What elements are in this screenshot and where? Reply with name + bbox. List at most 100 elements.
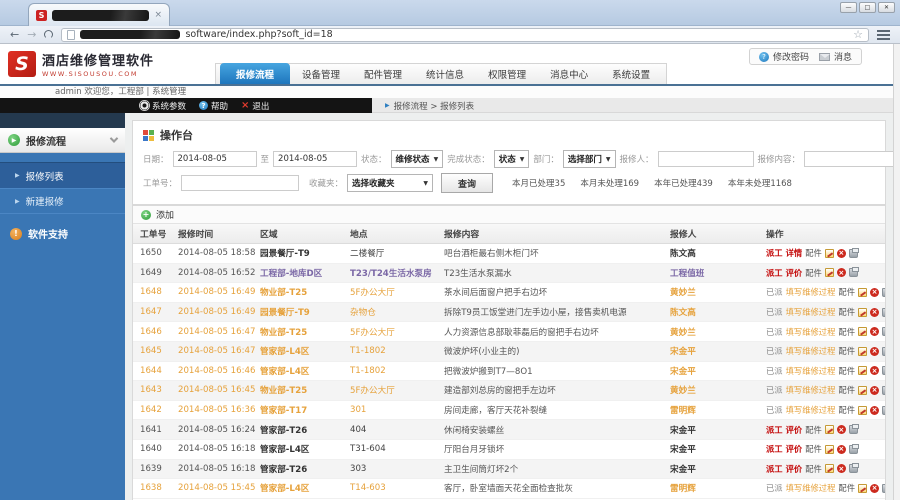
- tab-close-icon[interactable]: ×: [154, 10, 162, 20]
- delete-icon[interactable]: ×: [870, 366, 880, 376]
- op-link-2[interactable]: 配件: [805, 424, 822, 436]
- op-link-1[interactable]: 评价: [786, 463, 803, 475]
- table-row[interactable]: 1638 2014-08-05 15:45 管家部-L4区 T14-603 客厅，卧室墙…: [133, 479, 885, 499]
- op-link-1[interactable]: 填写维修过程: [786, 286, 836, 298]
- op-link-1[interactable]: 填写维修过程: [786, 306, 836, 318]
- edit-icon[interactable]: [824, 268, 834, 278]
- help-button[interactable]: ? 帮助: [199, 100, 228, 112]
- delete-icon[interactable]: ×: [836, 248, 846, 258]
- table-row[interactable]: 1640 2014-08-05 16:18 管家部-L4区 T31-604 厅阳台月牙锁…: [133, 440, 885, 460]
- edit-icon[interactable]: [824, 444, 834, 454]
- print-icon[interactable]: [882, 327, 885, 337]
- delete-icon[interactable]: ×: [870, 307, 880, 317]
- op-link-0[interactable]: 已派: [766, 365, 783, 377]
- op-link-0[interactable]: 已派: [766, 384, 783, 396]
- delete-icon[interactable]: ×: [836, 268, 846, 278]
- op-link-2[interactable]: 配件: [838, 286, 855, 298]
- op-link-1[interactable]: 填写维修过程: [786, 384, 836, 396]
- edit-icon[interactable]: [824, 464, 834, 474]
- tab-nav-3[interactable]: 统计信息: [414, 63, 476, 84]
- table-row[interactable]: 1645 2014-08-05 16:47 管家部-L4区 T1-1802 微波炉坏(小…: [133, 341, 885, 362]
- delete-icon[interactable]: ×: [870, 327, 880, 337]
- forward-icon[interactable]: →: [27, 29, 36, 40]
- edit-icon[interactable]: [858, 483, 868, 493]
- edit-icon[interactable]: [858, 346, 868, 356]
- delete-icon[interactable]: ×: [870, 287, 880, 297]
- op-link-2[interactable]: 配件: [838, 306, 855, 318]
- status-select[interactable]: 维修状态 ▼: [390, 150, 444, 168]
- messages-link[interactable]: 消息: [818, 50, 852, 63]
- tab-nav-0[interactable]: 报修流程: [220, 63, 291, 84]
- sidebar-group-repair-flow[interactable]: ▶ 报修流程: [0, 128, 125, 153]
- add-button[interactable]: 添加: [156, 208, 174, 221]
- table-row[interactable]: 1643 2014-08-05 16:45 物业部-T25 5F办公大厅 建造部刘总房的…: [133, 381, 885, 401]
- op-link-1[interactable]: 填写维修过程: [786, 365, 836, 377]
- dept-select[interactable]: 选择部门 ▼: [562, 150, 616, 168]
- print-icon[interactable]: [882, 385, 885, 395]
- scrollbar[interactable]: [893, 44, 900, 500]
- op-link-1[interactable]: 填写维修过程: [786, 404, 836, 416]
- browser-tab[interactable]: S ×: [28, 3, 170, 26]
- delete-icon[interactable]: ×: [870, 405, 880, 415]
- sidebar-item-support[interactable]: ! 软件支持: [0, 226, 125, 241]
- op-link-0[interactable]: 已派: [766, 345, 783, 357]
- content-input[interactable]: [804, 151, 900, 167]
- print-icon[interactable]: [882, 346, 885, 356]
- print-icon[interactable]: [848, 424, 859, 435]
- op-link-0[interactable]: 派工: [766, 463, 783, 475]
- edit-icon[interactable]: [824, 425, 834, 435]
- table-row[interactable]: 1644 2014-08-05 16:46 管家部-L4区 T1-1802 把微波炉搬到…: [133, 362, 885, 382]
- op-link-1[interactable]: 填写维修过程: [786, 326, 836, 338]
- delete-icon[interactable]: ×: [870, 385, 880, 395]
- edit-icon[interactable]: [858, 307, 868, 317]
- edit-icon[interactable]: [824, 248, 834, 258]
- tab-nav-1[interactable]: 设备管理: [290, 63, 352, 84]
- op-link-1[interactable]: 填写维修过程: [786, 482, 836, 494]
- op-link-1[interactable]: 详情: [786, 247, 803, 259]
- delete-icon[interactable]: ×: [870, 346, 880, 356]
- tab-nav-6[interactable]: 系统设置: [600, 63, 662, 84]
- op-link-0[interactable]: 已派: [766, 404, 783, 416]
- op-link-0[interactable]: 已派: [766, 306, 783, 318]
- delete-icon[interactable]: ×: [836, 425, 846, 435]
- print-icon[interactable]: [848, 463, 859, 474]
- date-from-input[interactable]: [172, 151, 257, 167]
- finish-status-select[interactable]: 状态 ▼: [493, 150, 530, 168]
- print-icon[interactable]: [882, 366, 885, 376]
- print-icon[interactable]: [848, 267, 859, 278]
- table-row[interactable]: 1647 2014-08-05 16:49 园景餐厅-T9 杂物仓 拆除T9员工饭堂进门…: [133, 302, 885, 323]
- delete-icon[interactable]: ×: [836, 444, 846, 454]
- print-icon[interactable]: [882, 405, 885, 415]
- print-icon[interactable]: [882, 307, 885, 317]
- op-link-2[interactable]: 配件: [838, 365, 855, 377]
- edit-icon[interactable]: [858, 385, 868, 395]
- op-link-1[interactable]: 评价: [786, 424, 803, 436]
- op-link-2[interactable]: 配件: [805, 267, 822, 279]
- tab-nav-4[interactable]: 权限管理: [476, 63, 538, 84]
- tab-nav-5[interactable]: 消息中心: [538, 63, 600, 84]
- edit-icon[interactable]: [858, 366, 868, 376]
- op-link-0[interactable]: 派工: [766, 247, 783, 259]
- reporter-input[interactable]: [657, 151, 754, 167]
- date-to-input[interactable]: [273, 151, 358, 167]
- sidebar-item-0[interactable]: ▶ 报修列表: [0, 162, 125, 188]
- delete-icon[interactable]: ×: [836, 464, 846, 474]
- op-link-1[interactable]: 填写维修过程: [786, 345, 836, 357]
- op-link-0[interactable]: 派工: [766, 267, 783, 279]
- close-button[interactable]: ✕: [878, 2, 895, 13]
- edit-icon[interactable]: [858, 405, 868, 415]
- op-link-1[interactable]: 评价: [786, 267, 803, 279]
- url-bar[interactable]: software/index.php?soft_id=18 ☆: [61, 27, 869, 42]
- maximize-button[interactable]: □: [859, 2, 876, 13]
- table-row[interactable]: 1646 2014-08-05 16:47 物业部-T25 5F办公大厅 人力资源信息部…: [133, 322, 885, 342]
- reload-icon[interactable]: [44, 30, 54, 39]
- print-icon[interactable]: [848, 443, 859, 454]
- favorites-select[interactable]: 选择收藏夹 ▼: [347, 174, 434, 192]
- op-link-0[interactable]: 已派: [766, 482, 783, 494]
- print-icon[interactable]: [848, 247, 859, 258]
- print-icon[interactable]: [882, 287, 885, 297]
- table-row[interactable]: 1641 2014-08-05 16:24 管家部-T26 404 休闲椅安装螺丝 宋金平…: [133, 420, 885, 440]
- table-row[interactable]: 1648 2014-08-05 16:49 物业部-T25 5F办公大厅 茶水间后面窗户…: [133, 283, 885, 303]
- op-link-2[interactable]: 配件: [838, 326, 855, 338]
- table-row[interactable]: 1639 2014-08-05 16:18 管家部-T26 303 主卫生间筒灯坏2个 宋…: [133, 459, 885, 480]
